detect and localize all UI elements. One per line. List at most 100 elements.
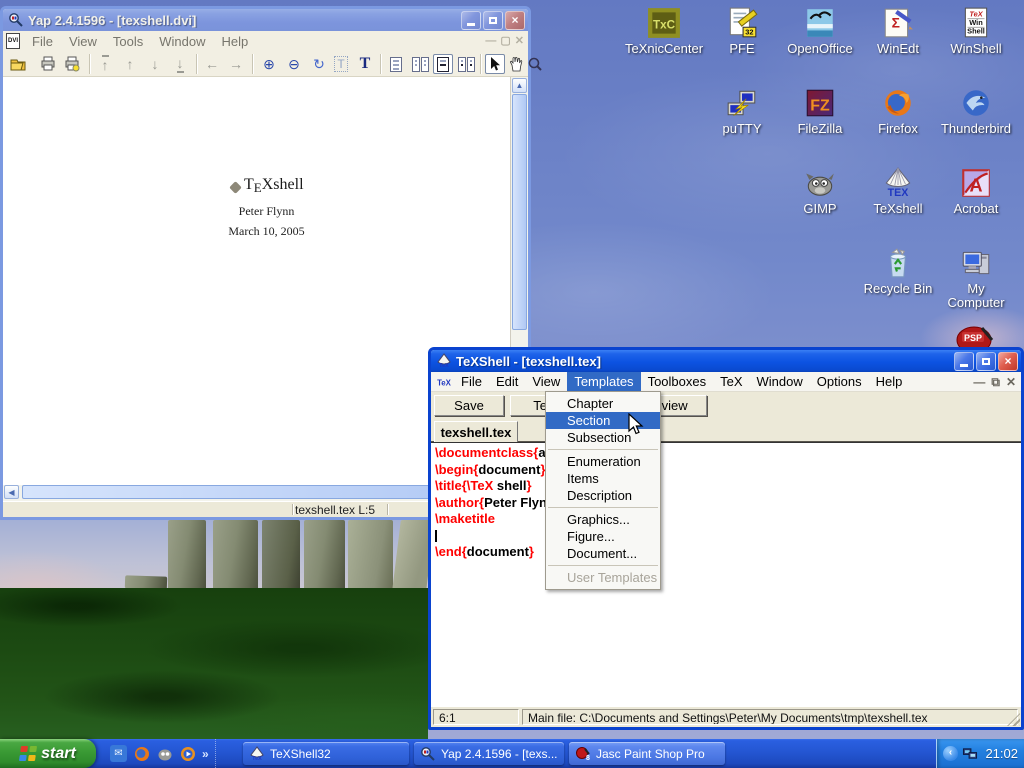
network-tray-icon[interactable] [962, 746, 978, 761]
menu-item-description[interactable]: Description [546, 487, 660, 504]
task-label: Yap 2.4.1596 - [texs... [441, 747, 558, 761]
desktop-icon-openoffice[interactable]: OpenOffice [781, 6, 859, 56]
print-icon[interactable] [38, 54, 58, 74]
first-page-icon[interactable]: ↑ [95, 54, 115, 74]
hand-tool-icon[interactable] [506, 54, 526, 74]
yap-mdi-buttons[interactable]: —▢✕ [485, 36, 528, 47]
menu-tex[interactable]: TeX [713, 372, 749, 391]
outlook-express-icon[interactable]: ✉ [110, 745, 127, 762]
desktop-icon-filezilla[interactable]: FZ FileZilla [781, 86, 859, 136]
code-editor[interactable]: \documentclass{article}\begin{document}\… [431, 442, 1021, 707]
mouse-cursor [627, 413, 645, 437]
stone-4 [304, 520, 345, 590]
desktop-icon-gimp[interactable]: GIMP [781, 166, 859, 216]
desktop-icon-acrobat[interactable]: A Acrobat [937, 166, 1015, 216]
zoom-out-icon[interactable]: ⊖ [284, 54, 304, 74]
menu-toolboxes[interactable]: Toolboxes [641, 372, 714, 391]
taskbar-button-texshell32[interactable]: TeX TeXShell32 [243, 742, 409, 765]
yap-titlebar[interactable]: Yap 2.4.1596 - [texshell.dvi] × [3, 9, 528, 31]
open-icon[interactable] [8, 54, 28, 74]
desktop-icon-my-computer[interactable]: My Computer [937, 246, 1015, 310]
menu-edit[interactable]: Edit [489, 372, 525, 391]
yap-menu-window[interactable]: Window [151, 32, 213, 51]
desktop-icon-psp-partial[interactable]: PSP [952, 322, 998, 347]
dvi-document-icon[interactable]: DVI [6, 33, 20, 49]
svg-text:TEX: TEX [888, 187, 909, 199]
back-icon[interactable]: ← [202, 54, 222, 74]
menu-options[interactable]: Options [810, 372, 869, 391]
desktop-icon-putty[interactable]: puTTY [703, 86, 781, 136]
yap-close-button[interactable]: × [505, 11, 525, 30]
menu-view[interactable]: View [525, 372, 567, 391]
continuous-facing-icon[interactable] [456, 54, 476, 74]
yap-menu-file[interactable]: File [24, 32, 61, 51]
single-page-icon[interactable] [386, 54, 406, 74]
texshell-minimize-button[interactable] [954, 352, 974, 371]
menu-file[interactable]: File [454, 372, 489, 391]
prev-page-icon[interactable]: ↑ [120, 54, 140, 74]
menu-item-figure[interactable]: Figure... [546, 528, 660, 545]
menu-item-enumeration[interactable]: Enumeration [546, 453, 660, 470]
menu-help[interactable]: Help [869, 372, 910, 391]
desktop-icon-firefox[interactable]: Firefox [859, 86, 937, 136]
double-page-icon[interactable] [410, 54, 430, 74]
start-button[interactable]: start [0, 739, 96, 768]
text-mode-icon[interactable]: T [355, 54, 375, 74]
forward-icon[interactable]: → [226, 54, 246, 74]
gimp-quicklaunch-icon[interactable] [156, 745, 173, 762]
print-setup-icon[interactable] [62, 54, 82, 74]
quick-launch-chevron[interactable]: » [202, 747, 209, 761]
yap-menu-help[interactable]: Help [214, 32, 257, 51]
yap-vscroll-thumb[interactable] [512, 94, 527, 330]
taskbar: start ✉ » TeX TeXShell32 Yap 2.4.1596 - … [0, 739, 1024, 768]
icon-label: puTTY [703, 122, 781, 136]
desktop-icon-thunderbird[interactable]: Thunderbird [937, 86, 1015, 136]
menu-item-document[interactable]: Document... [546, 545, 660, 562]
desktop-icon-pfe[interactable]: 32 PFE [703, 6, 781, 56]
texshell-close-button[interactable]: × [998, 352, 1018, 371]
yap-minimize-button[interactable] [461, 11, 481, 30]
tray-chevron-button[interactable]: ‹ [943, 746, 958, 761]
desktop-icon-recycle-bin[interactable]: Recycle Bin [859, 246, 937, 296]
text-sweep-icon[interactable]: T [331, 54, 351, 74]
taskbar-button-paintshoppro[interactable]: 8 Jasc Paint Shop Pro [569, 742, 725, 765]
texshell-mdi-buttons[interactable]: —⧉✕ [973, 376, 1021, 388]
menu-templates[interactable]: Templates [567, 372, 640, 391]
icon-label: Firefox [859, 122, 937, 136]
menu-item-items[interactable]: Items [546, 470, 660, 487]
save-button[interactable]: Save [434, 395, 504, 416]
texshell-app-icon: TeX [436, 353, 452, 369]
yap-maximize-button[interactable] [483, 11, 503, 30]
texniccenter-icon: TxC [647, 6, 681, 40]
desktop-icon-winedt[interactable]: Σ WinEdt [859, 6, 937, 56]
menu-item-graphics[interactable]: Graphics... [546, 511, 660, 528]
firefox-quicklaunch-icon[interactable] [133, 745, 150, 762]
yap-menu-tools[interactable]: Tools [105, 32, 151, 51]
last-page-icon[interactable]: ↓ [170, 54, 190, 74]
texshell-doc-icon[interactable]: TeX [436, 375, 452, 389]
magnifier-icon[interactable] [525, 54, 545, 74]
media-player-quicklaunch-icon[interactable] [179, 745, 196, 762]
system-tray: ‹ 21:02 [936, 739, 1024, 768]
menu-item-chapter[interactable]: Chapter [546, 395, 660, 412]
desktop-icon-texniccenter[interactable]: TxC TeXnicCenter [625, 6, 703, 56]
yap-menu-view[interactable]: View [61, 32, 105, 51]
scroll-left-button[interactable]: ◀ [4, 485, 19, 499]
texshell-maximize-button[interactable] [976, 352, 996, 371]
select-tool-icon[interactable] [485, 54, 505, 74]
taskbar-button-yap[interactable]: Yap 2.4.1596 - [texs... [414, 742, 564, 765]
code-line-cursor [435, 528, 1021, 545]
start-label: start [41, 745, 76, 763]
texshell-titlebar[interactable]: TeX TeXShell - [texshell.tex] × [431, 350, 1021, 372]
menu-window[interactable]: Window [750, 372, 810, 391]
scroll-up-button[interactable]: ▲ [512, 78, 527, 93]
main-file-path: Main file: C:\Documents and Settings\Pet… [522, 709, 1018, 725]
yap-toolbar: ↑ ↑ ↓ ↓ ← → ⊕ ⊖ ↻ T T [3, 51, 528, 77]
continuous-view-icon[interactable] [433, 54, 453, 74]
desktop-icon-texshell[interactable]: TEX TeXshell [859, 166, 937, 216]
desktop-icon-winshell[interactable]: TeX Win Shell WinShell [937, 6, 1015, 56]
zoom-in-icon[interactable]: ⊕ [259, 54, 279, 74]
tab-texshell-tex[interactable]: texshell.tex [434, 421, 518, 442]
refresh-icon[interactable]: ↻ [309, 54, 329, 74]
next-page-icon[interactable]: ↓ [145, 54, 165, 74]
